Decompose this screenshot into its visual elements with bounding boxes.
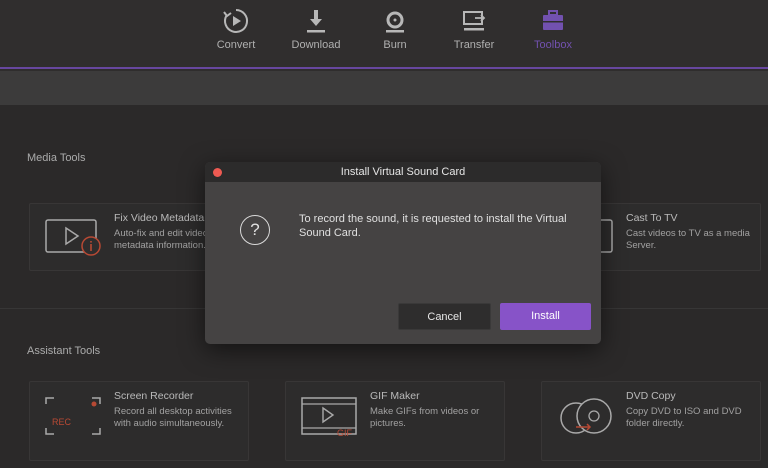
question-icon: ? xyxy=(240,215,270,245)
install-sound-card-dialog: Install Virtual Sound Card ? To record t… xyxy=(205,162,601,344)
install-button[interactable]: Install xyxy=(500,303,591,330)
cancel-button[interactable]: Cancel xyxy=(398,303,491,330)
dialog-titlebar: Install Virtual Sound Card xyxy=(205,162,601,182)
dialog-title: Install Virtual Sound Card xyxy=(340,166,466,178)
dialog-message: To record the sound, it is requested to … xyxy=(299,213,567,239)
